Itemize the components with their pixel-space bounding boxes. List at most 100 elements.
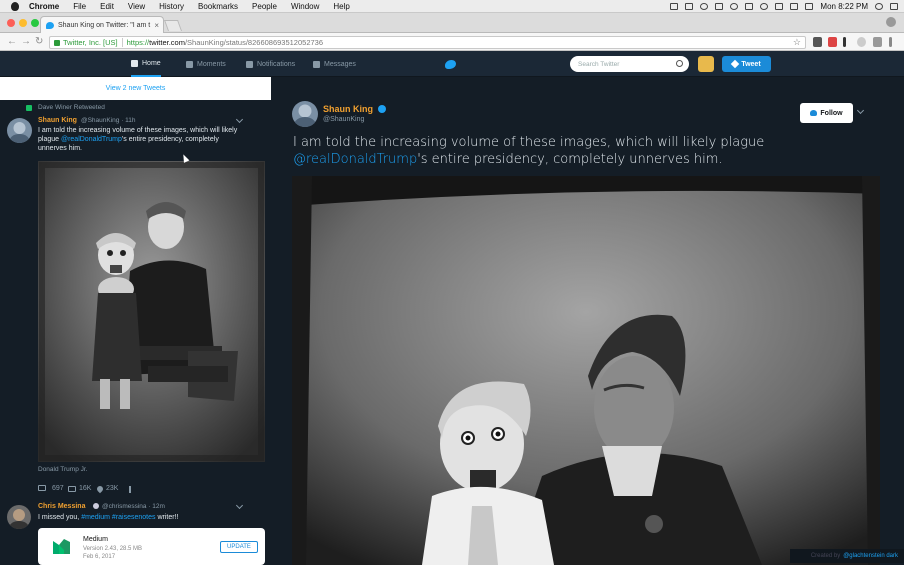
retweet-action[interactable]: 16K (68, 485, 91, 492)
search-input[interactable]: Search Twitter (570, 56, 689, 72)
avatar[interactable] (292, 101, 318, 127)
card-date: Feb 6, 2017 (83, 554, 116, 560)
compose-icon (731, 59, 740, 69)
extension-icon-5[interactable] (873, 37, 882, 47)
detail-tweet-text: I am told the increasing volume of these… (293, 134, 893, 168)
chrome-menu-icon[interactable] (889, 37, 892, 47)
tintype-photo-image (38, 161, 265, 462)
clock[interactable]: Mon 8:22 PM (820, 2, 868, 11)
tweet-text-post: 's entire presidency, completely (121, 136, 219, 143)
battery-icon[interactable] (790, 3, 799, 10)
bluetooth-icon[interactable] (745, 3, 754, 10)
heart-icon (95, 484, 105, 493)
close-window-button[interactable] (7, 19, 15, 27)
retweet-action-icon (68, 485, 76, 492)
extension-icon-1[interactable] (813, 37, 822, 47)
retweet-action-count[interactable]: 697 (52, 485, 64, 492)
tweet-author-handle[interactable]: @chrismessina · 12m (102, 503, 165, 510)
update-button[interactable]: UPDATE (220, 541, 258, 553)
browser-toolbar: ← → ↻ Twitter, Inc. [US] https:// twitte… (0, 33, 904, 51)
detail-text-pre: I am told the increasing volume of these… (293, 135, 765, 150)
detail-author-name[interactable]: Shaun King (323, 104, 373, 114)
menu-bookmarks[interactable]: Bookmarks (198, 2, 238, 11)
menu-history[interactable]: History (159, 2, 184, 11)
tweet-text-pre: I missed you, (38, 514, 82, 521)
home-icon (131, 59, 138, 67)
apple-icon[interactable] (11, 1, 19, 11)
retweet-context[interactable]: Dave Winer Retweeted (38, 104, 105, 111)
chevron-down-icon[interactable] (235, 501, 244, 510)
timemachine-icon[interactable] (730, 3, 739, 10)
avatar-face-icon (294, 104, 316, 127)
vpn-icon[interactable] (700, 3, 709, 10)
wifi-icon[interactable] (760, 3, 769, 10)
menu-edit[interactable]: Edit (100, 2, 114, 11)
app-card[interactable]: Medium Version 2.43, 28.5 MB Feb 6, 2017… (38, 528, 265, 565)
shield-icon[interactable] (715, 3, 724, 10)
tweet-author-handle[interactable]: @ShaunKing · 11h (81, 117, 136, 124)
hashtag-links[interactable]: #medium #raisesenotes (81, 514, 155, 521)
forward-arrow-icon[interactable]: → (21, 36, 31, 48)
analytics-icon[interactable] (129, 486, 131, 493)
tweet-text-pre: plague (38, 136, 61, 143)
tweet-author-name[interactable]: Shaun King (38, 117, 77, 124)
mention-link[interactable]: @realDonaldTrump (61, 136, 122, 143)
retweet-icon (26, 105, 32, 111)
follow-button[interactable]: Follow (800, 103, 853, 123)
chevron-down-icon[interactable] (235, 115, 244, 124)
minimize-window-button[interactable] (19, 19, 27, 27)
bookmark-star-icon[interactable]: ☆ (793, 37, 801, 48)
extension-icon-2[interactable] (828, 37, 837, 47)
spotlight-icon[interactable] (875, 3, 883, 10)
detail-photo[interactable] (292, 176, 880, 565)
mention-link[interactable]: @realDonaldTrump (293, 152, 417, 167)
menu-view[interactable]: View (128, 2, 145, 11)
reply-icon (38, 485, 46, 491)
extension-icon-3[interactable] (843, 37, 846, 47)
reload-icon[interactable]: ↻ (35, 36, 43, 48)
view-new-tweets-bar[interactable]: View 2 new Tweets (0, 77, 271, 100)
tweet-button[interactable]: Tweet (722, 56, 771, 72)
search-placeholder: Search Twitter (578, 60, 620, 68)
avatar[interactable] (7, 118, 32, 143)
address-bar[interactable]: Twitter, Inc. [US] https:// twitter.com … (49, 36, 806, 49)
reply-action[interactable] (38, 485, 46, 491)
nav-home[interactable]: Home (131, 51, 161, 77)
notification-center-icon[interactable] (890, 3, 898, 10)
follow-label: Follow (820, 109, 843, 117)
zoom-window-button[interactable] (31, 19, 39, 27)
menu-app-chrome[interactable]: Chrome (29, 2, 59, 11)
detail-author-handle[interactable]: @ShaunKing (323, 116, 364, 123)
evernote-icon[interactable] (685, 3, 694, 10)
tweet-photo[interactable] (38, 161, 265, 462)
twitter-bird-icon[interactable] (445, 60, 456, 69)
menu-file[interactable]: File (73, 2, 86, 11)
new-tab-button[interactable] (163, 20, 183, 31)
nav-notifications[interactable]: Notifications (246, 51, 295, 77)
lock-icon (54, 39, 60, 46)
tweet-author-name[interactable]: Chris Messina (38, 503, 85, 510)
omnibox-separator (121, 38, 123, 47)
dropbox-icon[interactable] (670, 3, 679, 10)
menu-window[interactable]: Window (291, 2, 319, 11)
search-icon[interactable] (676, 60, 683, 67)
tab-twitter[interactable]: Shaun King on Twitter: "I am t × (40, 16, 164, 33)
menu-people[interactable]: People (252, 2, 277, 11)
tab-close-icon[interactable]: × (154, 21, 159, 30)
volume-icon[interactable] (775, 3, 784, 10)
avatar[interactable] (7, 505, 31, 529)
like-count: 23K (106, 485, 119, 492)
photo-credit-handle[interactable]: @glachtenstein dark (843, 553, 898, 559)
cert-name[interactable]: Twitter, Inc. [US] (63, 38, 118, 47)
extension-icon-4[interactable] (857, 37, 866, 47)
like-action[interactable]: 23K (95, 484, 119, 493)
nav-messages[interactable]: Messages (313, 51, 356, 77)
nav-moments[interactable]: Moments (186, 51, 226, 77)
ghost-icon (93, 503, 99, 509)
menu-help[interactable]: Help (333, 2, 349, 11)
flag-icon[interactable] (805, 3, 814, 10)
back-arrow-icon[interactable]: ← (7, 36, 17, 48)
account-avatar[interactable] (698, 56, 714, 72)
photo-tag[interactable]: Donald Trump Jr. (38, 466, 88, 473)
profile-icon[interactable] (886, 17, 896, 27)
